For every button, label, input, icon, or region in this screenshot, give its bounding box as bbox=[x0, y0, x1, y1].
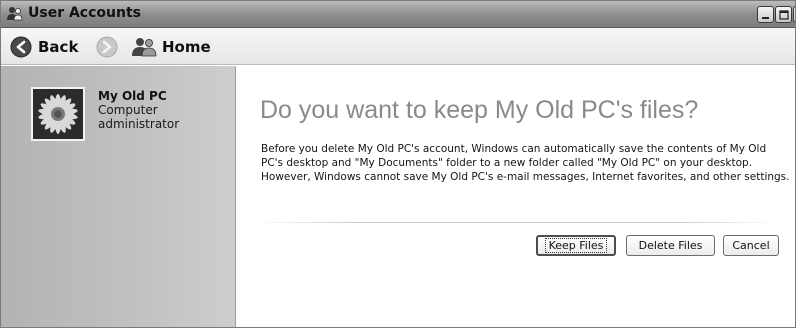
sidebar: My Old PC Computer administrator bbox=[1, 66, 236, 327]
maximize-button[interactable] bbox=[775, 6, 792, 23]
divider bbox=[257, 222, 777, 223]
back-button[interactable]: Back bbox=[10, 28, 88, 65]
keep-files-button[interactable]: Keep Files bbox=[536, 235, 616, 256]
window-title: User Accounts bbox=[28, 5, 141, 21]
flower-avatar bbox=[33, 89, 83, 139]
minimize-button[interactable] bbox=[757, 6, 774, 23]
user-name: My Old PC bbox=[98, 89, 167, 103]
title-bar[interactable]: User Accounts bbox=[1, 1, 795, 28]
back-label: Back bbox=[38, 38, 79, 56]
user-avatar[interactable] bbox=[31, 87, 85, 141]
home-label: Home bbox=[162, 38, 211, 56]
maximize-icon bbox=[779, 10, 789, 20]
main-panel: Do you want to keep My Old PC's files? B… bbox=[237, 66, 795, 327]
back-arrow-icon bbox=[10, 36, 32, 58]
delete-files-button[interactable]: Delete Files bbox=[626, 235, 715, 256]
cancel-button[interactable]: Cancel bbox=[723, 235, 779, 256]
keep-files-label: Keep Files bbox=[544, 238, 608, 253]
forward-button[interactable] bbox=[96, 28, 122, 65]
forward-arrow-icon bbox=[96, 36, 118, 58]
user-accounts-window: User Accounts Back Home My Old PC Comput… bbox=[0, 0, 796, 328]
description-text: Before you delete My Old PC's account, W… bbox=[261, 143, 790, 183]
minimize-icon bbox=[762, 17, 769, 19]
users-home-icon bbox=[132, 38, 157, 57]
page-title: Do you want to keep My Old PC's files? bbox=[260, 96, 699, 124]
user-role: Computer administrator bbox=[98, 103, 180, 131]
home-button[interactable]: Home bbox=[131, 28, 211, 65]
user-accounts-icon bbox=[6, 6, 24, 22]
navigation-toolbar: Back Home bbox=[1, 28, 795, 65]
